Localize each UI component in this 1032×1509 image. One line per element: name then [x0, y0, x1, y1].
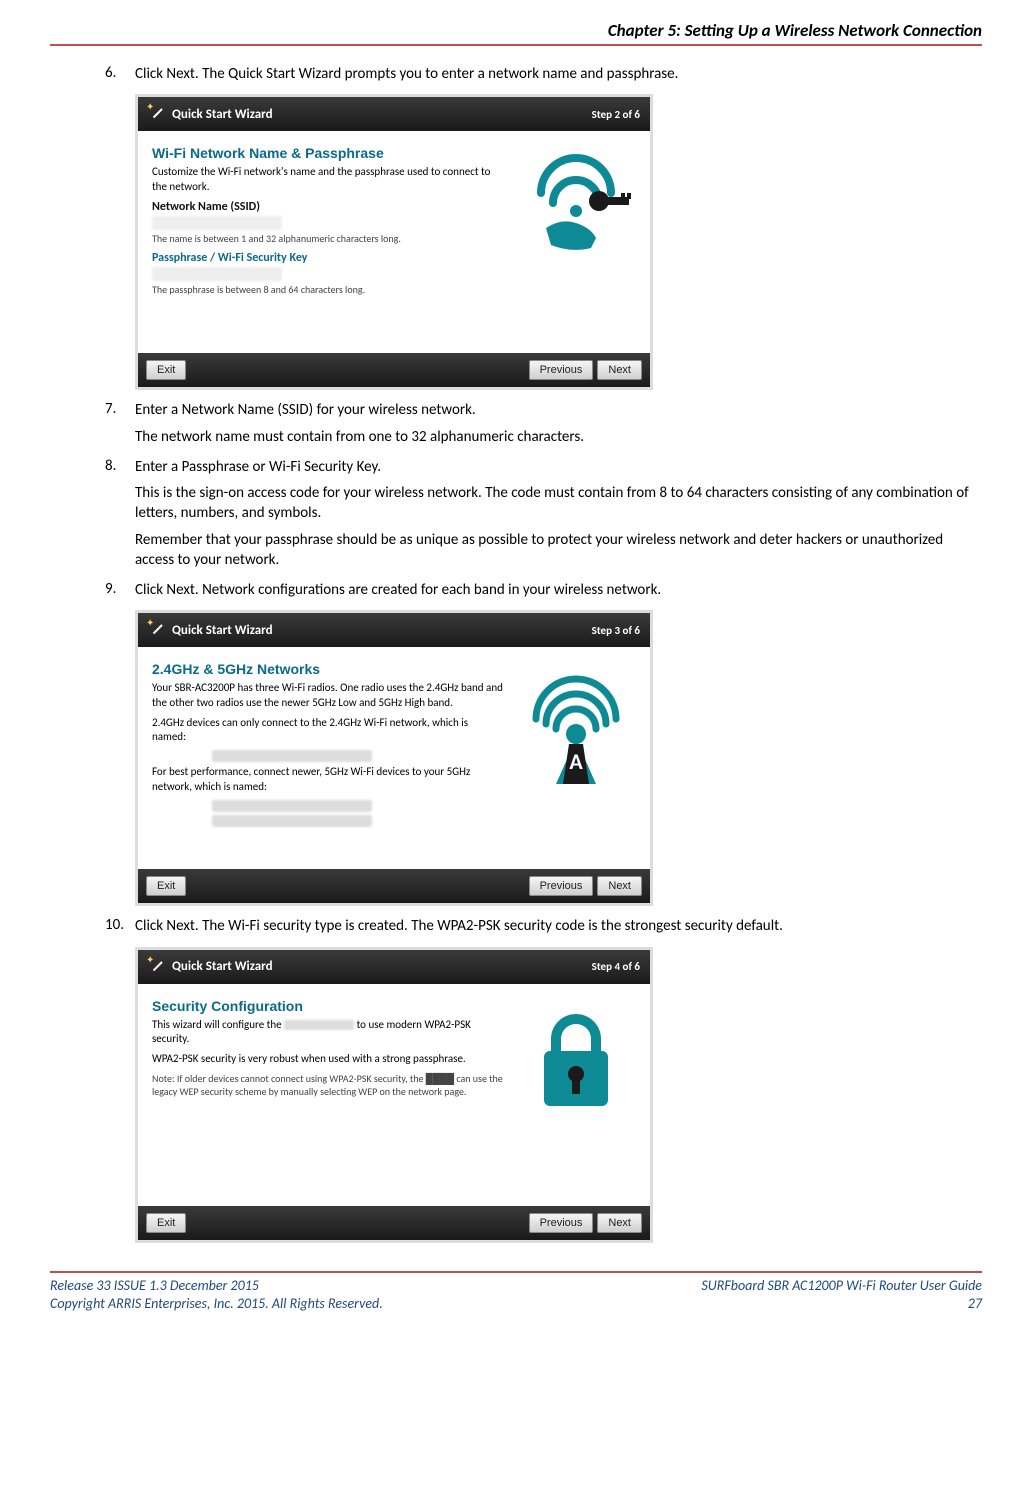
wizard-heading: Wi-Fi Network Name & Passphrase — [152, 145, 504, 161]
ssid-label: Network Name (SSID) — [152, 200, 504, 214]
step-number: 9. — [105, 580, 135, 606]
exit-button[interactable]: Exit — [146, 876, 186, 896]
wizard-text: This wizard will configure the — [152, 1018, 282, 1031]
page-footer: Release 33 ISSUE 1.3 December 2015 Copyr… — [50, 1271, 982, 1313]
next-button[interactable]: Next — [597, 876, 642, 896]
step-text: Enter a Network Name (SSID) for your wir… — [135, 400, 972, 420]
wand-icon — [148, 106, 164, 122]
wizard-step-indicator: Step 4 of 6 — [592, 960, 640, 973]
step-9: 9. Click Next. Network configurations ar… — [105, 580, 972, 606]
wizard-titlebar: Quick Start Wizard Step 4 of 6 — [138, 950, 650, 984]
wand-icon — [148, 622, 164, 638]
previous-button[interactable]: Previous — [529, 876, 594, 896]
network-name-blurred — [212, 800, 372, 812]
step-number: 8. — [105, 457, 135, 576]
wizard-line: WPA2-PSK security is very robust when us… — [152, 1052, 504, 1066]
step-subtext: The network name must contain from one t… — [135, 427, 972, 447]
copyright-line: Copyright ARRIS Enterprises, Inc. 2015. … — [50, 1295, 383, 1313]
step-number: 10. — [105, 916, 135, 942]
release-line: Release 33 ISSUE 1.3 December 2015 — [50, 1277, 383, 1295]
step-7: 7. Enter a Network Name (SSID) for your … — [105, 400, 972, 453]
wizard-footer: Exit Previous Next — [138, 1206, 650, 1240]
step-8: 8. Enter a Passphrase or Wi-Fi Security … — [105, 457, 972, 576]
padlock-icon — [516, 998, 636, 1198]
wizard-title: Quick Start Wizard — [172, 107, 592, 122]
step-6: 6. Click Next. The Quick Start Wizard pr… — [105, 64, 972, 90]
chapter-header: Chapter 5: Setting Up a Wireless Network… — [50, 20, 982, 46]
network-name-blurred — [212, 750, 372, 762]
wizard-titlebar: Quick Start Wizard Step 2 of 6 — [138, 97, 650, 131]
wizard-titlebar: Quick Start Wizard Step 3 of 6 — [138, 613, 650, 647]
wizard-step-indicator: Step 2 of 6 — [592, 108, 640, 121]
exit-button[interactable]: Exit — [146, 360, 186, 380]
antenna-signal-icon: A — [516, 661, 636, 861]
wizard-heading: 2.4GHz & 5GHz Networks — [152, 661, 504, 677]
ssid-field-blurred — [152, 216, 282, 230]
wizard-title: Quick Start Wizard — [172, 623, 592, 638]
content-body: 6. Click Next. The Quick Start Wizard pr… — [50, 64, 982, 1243]
step-10: 10. Click Next. The Wi-Fi security type … — [105, 916, 972, 942]
step-subtext: Remember that your passphrase should be … — [135, 530, 972, 571]
product-line: SURFboard SBR AC1200P Wi-Fi Router User … — [701, 1277, 982, 1295]
step-number: 7. — [105, 400, 135, 453]
step-subtext: This is the sign-on access code for your… — [135, 483, 972, 524]
exit-button[interactable]: Exit — [146, 1213, 186, 1233]
next-button[interactable]: Next — [597, 360, 642, 380]
svg-text:A: A — [569, 748, 583, 775]
wizard-heading: Security Configuration — [152, 998, 504, 1014]
blurred-text — [284, 1020, 354, 1030]
passphrase-label: Passphrase / Wi-Fi Security Key — [152, 251, 504, 265]
passphrase-note: The passphrase is between 8 and 64 chara… — [152, 283, 504, 296]
step-text: Enter a Passphrase or Wi-Fi Security Key… — [135, 457, 972, 477]
wizard-title: Quick Start Wizard — [172, 959, 592, 974]
wizard-footer: Exit Previous Next — [138, 869, 650, 903]
passphrase-field-blurred — [152, 267, 282, 281]
next-button[interactable]: Next — [597, 1213, 642, 1233]
step-number: 6. — [105, 64, 135, 90]
step-text: Click Next. The Wi-Fi security type is c… — [135, 916, 972, 936]
previous-button[interactable]: Previous — [529, 360, 594, 380]
wizard-screenshot-step3: Quick Start Wizard Step 3 of 6 2.4GHz & … — [135, 610, 653, 906]
step-text: Click Next. The Quick Start Wizard promp… — [135, 64, 972, 84]
wizard-step-indicator: Step 3 of 6 — [592, 624, 640, 637]
step-text: Click Next. Network configurations are c… — [135, 580, 972, 600]
wizard-desc: Your SBR-AC3200P has three Wi-Fi radios.… — [152, 681, 504, 710]
wizard-line: For best performance, connect newer, 5GH… — [152, 765, 504, 794]
wizard-screenshot-step4: Quick Start Wizard Step 4 of 6 Security … — [135, 947, 653, 1243]
wizard-line: 2.4GHz devices can only connect to the 2… — [152, 716, 504, 745]
wizard-line: This wizard will configure the to use mo… — [152, 1018, 504, 1047]
page-number: 27 — [701, 1295, 982, 1313]
wizard-footer: Exit Previous Next — [138, 353, 650, 387]
wand-icon — [148, 959, 164, 975]
wizard-note: Note: If older devices cannot connect us… — [152, 1072, 504, 1098]
wizard-screenshot-step2: Quick Start Wizard Step 2 of 6 Wi-Fi Net… — [135, 94, 653, 390]
wifi-key-hand-icon — [516, 145, 636, 345]
ssid-note: The name is between 1 and 32 alphanumeri… — [152, 232, 504, 245]
previous-button[interactable]: Previous — [529, 1213, 594, 1233]
network-name-blurred — [212, 815, 372, 827]
wizard-desc: Customize the Wi-Fi network's name and t… — [152, 165, 504, 194]
